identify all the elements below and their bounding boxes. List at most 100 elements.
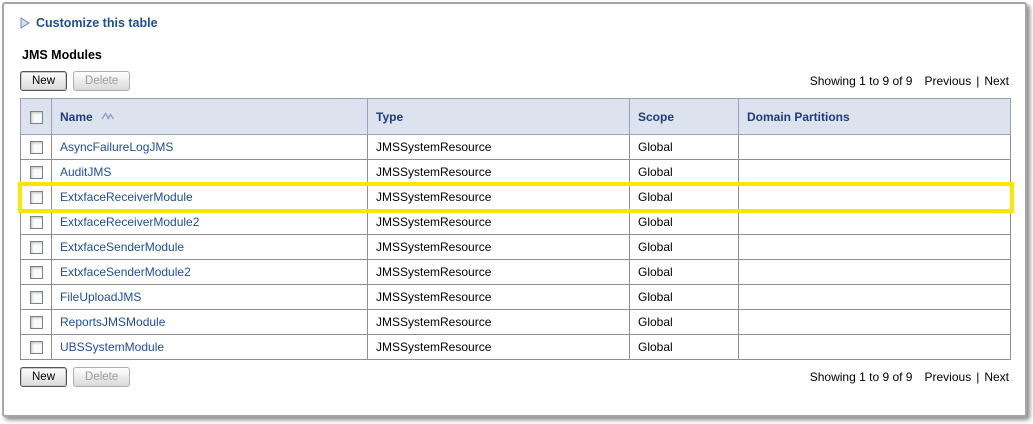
row-checkbox-cell	[21, 260, 52, 285]
domain-partitions-cell	[739, 135, 1011, 160]
module-name-link[interactable]: ExtxfaceReceiverModule2	[60, 215, 199, 229]
scope-cell: Global	[630, 260, 739, 285]
row-checkbox[interactable]	[30, 141, 43, 154]
domain-partitions-cell	[739, 310, 1011, 335]
module-name-link[interactable]: ExtxfaceSenderModule2	[60, 265, 191, 279]
row-checkbox[interactable]	[30, 191, 43, 204]
name-cell: ReportsJMSModule	[52, 310, 368, 335]
next-link[interactable]: Next	[984, 370, 1009, 384]
row-checkbox[interactable]	[30, 341, 43, 354]
scope-cell: Global	[630, 335, 739, 360]
scope-cell: Global	[630, 185, 739, 210]
row-checkbox[interactable]	[30, 291, 43, 304]
jms-modules-table: Name Type Scope Domain Partitions AsyncF…	[20, 98, 1011, 360]
module-name-link[interactable]: AuditJMS	[60, 165, 111, 179]
sort-ascending-icon	[101, 109, 115, 123]
top-toolbar: New Delete Showing 1 to 9 of 9 Previous |…	[20, 71, 1011, 91]
table-row: ExtxfaceSenderModule JMSSystemResource G…	[21, 235, 1011, 260]
type-cell: JMSSystemResource	[368, 185, 630, 210]
type-cell: JMSSystemResource	[368, 135, 630, 160]
row-checkbox[interactable]	[30, 316, 43, 329]
scope-cell: Global	[630, 135, 739, 160]
row-checkbox-cell	[21, 310, 52, 335]
name-cell: ExtxfaceReceiverModule2	[52, 210, 368, 235]
domain-partitions-cell	[739, 160, 1011, 185]
column-header-name[interactable]: Name	[52, 99, 368, 135]
row-checkbox[interactable]	[30, 241, 43, 254]
delete-button[interactable]: Delete	[73, 367, 130, 387]
table-row: UBSSystemModule JMSSystemResource Global	[21, 335, 1011, 360]
module-name-link[interactable]: ReportsJMSModule	[60, 315, 165, 329]
column-header-domain-partitions: Domain Partitions	[739, 99, 1011, 135]
type-cell: JMSSystemResource	[368, 260, 630, 285]
pagination: Showing 1 to 9 of 9 Previous | Next	[810, 74, 1011, 88]
row-checkbox-cell	[21, 235, 52, 260]
table-row: ExtxfaceReceiverModule JMSSystemResource…	[21, 185, 1011, 210]
row-checkbox-cell	[21, 285, 52, 310]
scope-cell: Global	[630, 160, 739, 185]
domain-partitions-cell	[739, 335, 1011, 360]
table-header: Name Type Scope Domain Partitions	[21, 99, 1011, 135]
bottom-button-group: New Delete	[20, 367, 130, 387]
column-header-scope: Scope	[630, 99, 739, 135]
scope-cell: Global	[630, 310, 739, 335]
scope-cell: Global	[630, 210, 739, 235]
table-row: ReportsJMSModule JMSSystemResource Globa…	[21, 310, 1011, 335]
previous-link[interactable]: Previous	[925, 74, 972, 88]
type-cell: JMSSystemResource	[368, 310, 630, 335]
row-checkbox-cell	[21, 210, 52, 235]
row-checkbox-cell	[21, 160, 52, 185]
type-cell: JMSSystemResource	[368, 210, 630, 235]
scope-cell: Global	[630, 235, 739, 260]
name-cell: ExtxfaceSenderModule2	[52, 260, 368, 285]
row-checkbox-cell	[21, 335, 52, 360]
type-cell: JMSSystemResource	[368, 285, 630, 310]
expand-arrow-icon	[20, 17, 30, 29]
name-cell: AuditJMS	[52, 160, 368, 185]
customize-row: Customize this table	[20, 16, 1011, 30]
bottom-toolbar: New Delete Showing 1 to 9 of 9 Previous |…	[20, 367, 1011, 387]
table-row: AuditJMS JMSSystemResource Global	[21, 160, 1011, 185]
name-cell: FileUploadJMS	[52, 285, 368, 310]
domain-partitions-cell	[739, 210, 1011, 235]
paging-status: Showing 1 to 9 of 9	[810, 370, 913, 384]
domain-partitions-cell	[739, 285, 1011, 310]
paging-status: Showing 1 to 9 of 9	[810, 74, 913, 88]
delete-button[interactable]: Delete	[73, 71, 130, 91]
scope-cell: Global	[630, 285, 739, 310]
select-all-checkbox[interactable]	[30, 111, 43, 124]
name-cell: ExtxfaceSenderModule	[52, 235, 368, 260]
select-all-cell	[21, 99, 52, 135]
paging-separator: |	[976, 370, 979, 384]
module-name-link[interactable]: UBSSystemModule	[60, 340, 164, 354]
row-checkbox[interactable]	[30, 266, 43, 279]
module-name-link[interactable]: ExtxfaceReceiverModule	[60, 190, 193, 204]
top-button-group: New Delete	[20, 71, 130, 91]
name-cell: UBSSystemModule	[52, 335, 368, 360]
domain-partitions-cell	[739, 260, 1011, 285]
pagination: Showing 1 to 9 of 9 Previous | Next	[810, 370, 1011, 384]
row-checkbox[interactable]	[30, 216, 43, 229]
table-row: FileUploadJMS JMSSystemResource Global	[21, 285, 1011, 310]
new-button[interactable]: New	[20, 71, 67, 91]
domain-partitions-cell	[739, 185, 1011, 210]
customize-table-link[interactable]: Customize this table	[36, 16, 158, 30]
table-row: AsyncFailureLogJMS JMSSystemResource Glo…	[21, 135, 1011, 160]
module-name-link[interactable]: AsyncFailureLogJMS	[60, 140, 173, 154]
column-header-type: Type	[368, 99, 630, 135]
new-button[interactable]: New	[20, 367, 67, 387]
domain-partitions-cell	[739, 235, 1011, 260]
paging-separator: |	[976, 74, 979, 88]
previous-link[interactable]: Previous	[925, 370, 972, 384]
table-row: ExtxfaceSenderModule2 JMSSystemResource …	[21, 260, 1011, 285]
console-panel: Customize this table JMS Modules New Del…	[2, 2, 1027, 417]
row-checkbox[interactable]	[30, 166, 43, 179]
row-checkbox-cell	[21, 185, 52, 210]
module-name-link[interactable]: ExtxfaceSenderModule	[60, 240, 184, 254]
type-cell: JMSSystemResource	[368, 335, 630, 360]
module-name-link[interactable]: FileUploadJMS	[60, 290, 141, 304]
next-link[interactable]: Next	[984, 74, 1009, 88]
type-cell: JMSSystemResource	[368, 235, 630, 260]
row-checkbox-cell	[21, 135, 52, 160]
type-cell: JMSSystemResource	[368, 160, 630, 185]
